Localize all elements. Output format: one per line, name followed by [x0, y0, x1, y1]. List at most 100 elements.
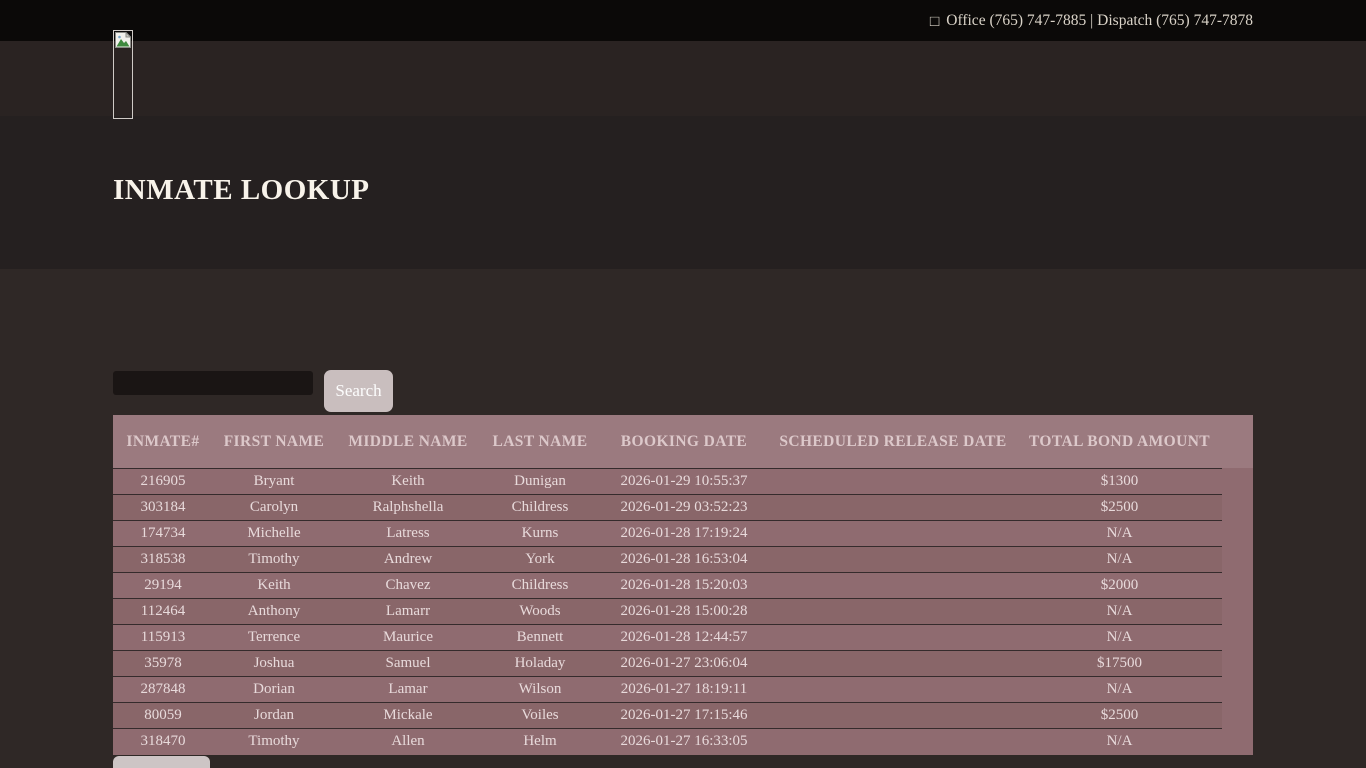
cell-bond: N/A	[1017, 625, 1222, 651]
cell-first: Carolyn	[213, 495, 335, 521]
cell-middle: Keith	[335, 469, 481, 495]
cell-booking: 2026-01-27 23:06:04	[599, 651, 769, 677]
cell-last: Holaday	[481, 651, 599, 677]
search-row: Search	[113, 371, 393, 412]
cell-inmate: 112464	[113, 599, 213, 625]
cell-bond: $2500	[1017, 495, 1222, 521]
cell-first: Terrence	[213, 625, 335, 651]
cell-booking: 2026-01-29 10:55:37	[599, 469, 769, 495]
cell-middle: Lamarr	[335, 599, 481, 625]
cell-middle: Samuel	[335, 651, 481, 677]
table-row: 303184CarolynRalphshellaChildress2026-01…	[113, 495, 1222, 521]
table-row: 35978JoshuaSamuelHoladay2026-01-27 23:06…	[113, 651, 1222, 677]
cell-first: Jordan	[213, 703, 335, 729]
cell-inmate: 115913	[113, 625, 213, 651]
column-header: BOOKING DATE	[599, 415, 769, 468]
column-header: LAST NAME	[481, 415, 599, 468]
cell-last: Voiles	[481, 703, 599, 729]
cell-first: Bryant	[213, 469, 335, 495]
cell-first: Anthony	[213, 599, 335, 625]
column-header: FIRST NAME	[213, 415, 335, 468]
cell-inmate: 303184	[113, 495, 213, 521]
page-title: INMATE LOOKUP	[0, 116, 1366, 207]
cell-last: Wilson	[481, 677, 599, 703]
cell-booking: 2026-01-29 03:52:23	[599, 495, 769, 521]
cell-bond: N/A	[1017, 599, 1222, 625]
cell-release	[769, 521, 1017, 547]
cell-booking: 2026-01-27 17:15:46	[599, 703, 769, 729]
column-header: INMATE#	[113, 415, 213, 468]
cell-bond: $2500	[1017, 703, 1222, 729]
cell-first: Joshua	[213, 651, 335, 677]
cell-last: Dunigan	[481, 469, 599, 495]
topbar: □Office (765) 747-7885 | Dispatch (765) …	[0, 0, 1366, 41]
cell-inmate: 287848	[113, 677, 213, 703]
pagination-previous-button[interactable]: Previous	[113, 756, 210, 768]
hero-section: INMATE LOOKUP	[0, 116, 1366, 269]
cell-bond: $1300	[1017, 469, 1222, 495]
cell-last: Woods	[481, 599, 599, 625]
cell-last: Childress	[481, 573, 599, 599]
cell-release	[769, 703, 1017, 729]
cell-inmate: 318538	[113, 547, 213, 573]
cell-middle: Maurice	[335, 625, 481, 651]
cell-release	[769, 469, 1017, 495]
cell-booking: 2026-01-28 12:44:57	[599, 625, 769, 651]
cell-booking: 2026-01-28 15:00:28	[599, 599, 769, 625]
table-row: 318538TimothyAndrewYork2026-01-28 16:53:…	[113, 547, 1222, 573]
table-row: 287848DorianLamarWilson2026-01-27 18:19:…	[113, 677, 1222, 703]
cell-release	[769, 625, 1017, 651]
cell-release	[769, 599, 1017, 625]
cell-inmate: 318470	[113, 729, 213, 755]
cell-inmate: 174734	[113, 521, 213, 547]
cell-inmate: 29194	[113, 573, 213, 599]
cell-release	[769, 729, 1017, 755]
cell-bond: N/A	[1017, 521, 1222, 547]
cell-last: Childress	[481, 495, 599, 521]
table-row: 318470TimothyAllenHelm2026-01-27 16:33:0…	[113, 729, 1222, 755]
table-row: 112464AnthonyLamarrWoods2026-01-28 15:00…	[113, 599, 1222, 625]
cell-release	[769, 573, 1017, 599]
cell-middle: Andrew	[335, 547, 481, 573]
cell-booking: 2026-01-28 15:20:03	[599, 573, 769, 599]
table-row: 216905BryantKeithDunigan2026-01-29 10:55…	[113, 469, 1222, 495]
cell-bond: $2000	[1017, 573, 1222, 599]
column-header: TOTAL BOND AMOUNT	[1017, 415, 1222, 468]
cell-bond: $17500	[1017, 651, 1222, 677]
cell-booking: 2026-01-28 17:19:24	[599, 521, 769, 547]
cell-release	[769, 651, 1017, 677]
cell-middle: Latress	[335, 521, 481, 547]
cell-first: Dorian	[213, 677, 335, 703]
column-header: SCHEDULED RELEASE DATE	[769, 415, 1017, 468]
cell-booking: 2026-01-28 16:53:04	[599, 547, 769, 573]
column-header: MIDDLE NAME	[335, 415, 481, 468]
cell-middle: Allen	[335, 729, 481, 755]
cell-last: Bennett	[481, 625, 599, 651]
phone-icon: □	[930, 1, 939, 42]
cell-middle: Chavez	[335, 573, 481, 599]
table-row: 29194KeithChavezChildress2026-01-28 15:2…	[113, 573, 1222, 599]
cell-last: Kurns	[481, 521, 599, 547]
cell-first: Timothy	[213, 729, 335, 755]
search-input[interactable]	[113, 371, 313, 395]
cell-middle: Lamar	[335, 677, 481, 703]
cell-bond: N/A	[1017, 729, 1222, 755]
cell-bond: N/A	[1017, 677, 1222, 703]
cell-release	[769, 547, 1017, 573]
cell-inmate: 80059	[113, 703, 213, 729]
cell-first: Timothy	[213, 547, 335, 573]
cell-middle: Ralphshella	[335, 495, 481, 521]
nav-band	[0, 41, 1366, 116]
cell-inmate: 216905	[113, 469, 213, 495]
table-row: 115913TerrenceMauriceBennett2026-01-28 1…	[113, 625, 1222, 651]
cell-inmate: 35978	[113, 651, 213, 677]
cell-booking: 2026-01-27 18:19:11	[599, 677, 769, 703]
site-logo-broken-image[interactable]	[113, 30, 133, 119]
table-header: INMATE#FIRST NAMEMIDDLE NAMELAST NAMEBOO…	[113, 415, 1253, 468]
cell-release	[769, 677, 1017, 703]
broken-image-icon	[115, 32, 131, 48]
table-row: 174734MichelleLatressKurns2026-01-28 17:…	[113, 521, 1222, 547]
cell-release	[769, 495, 1017, 521]
search-button[interactable]: Search	[324, 370, 393, 412]
cell-bond: N/A	[1017, 547, 1222, 573]
